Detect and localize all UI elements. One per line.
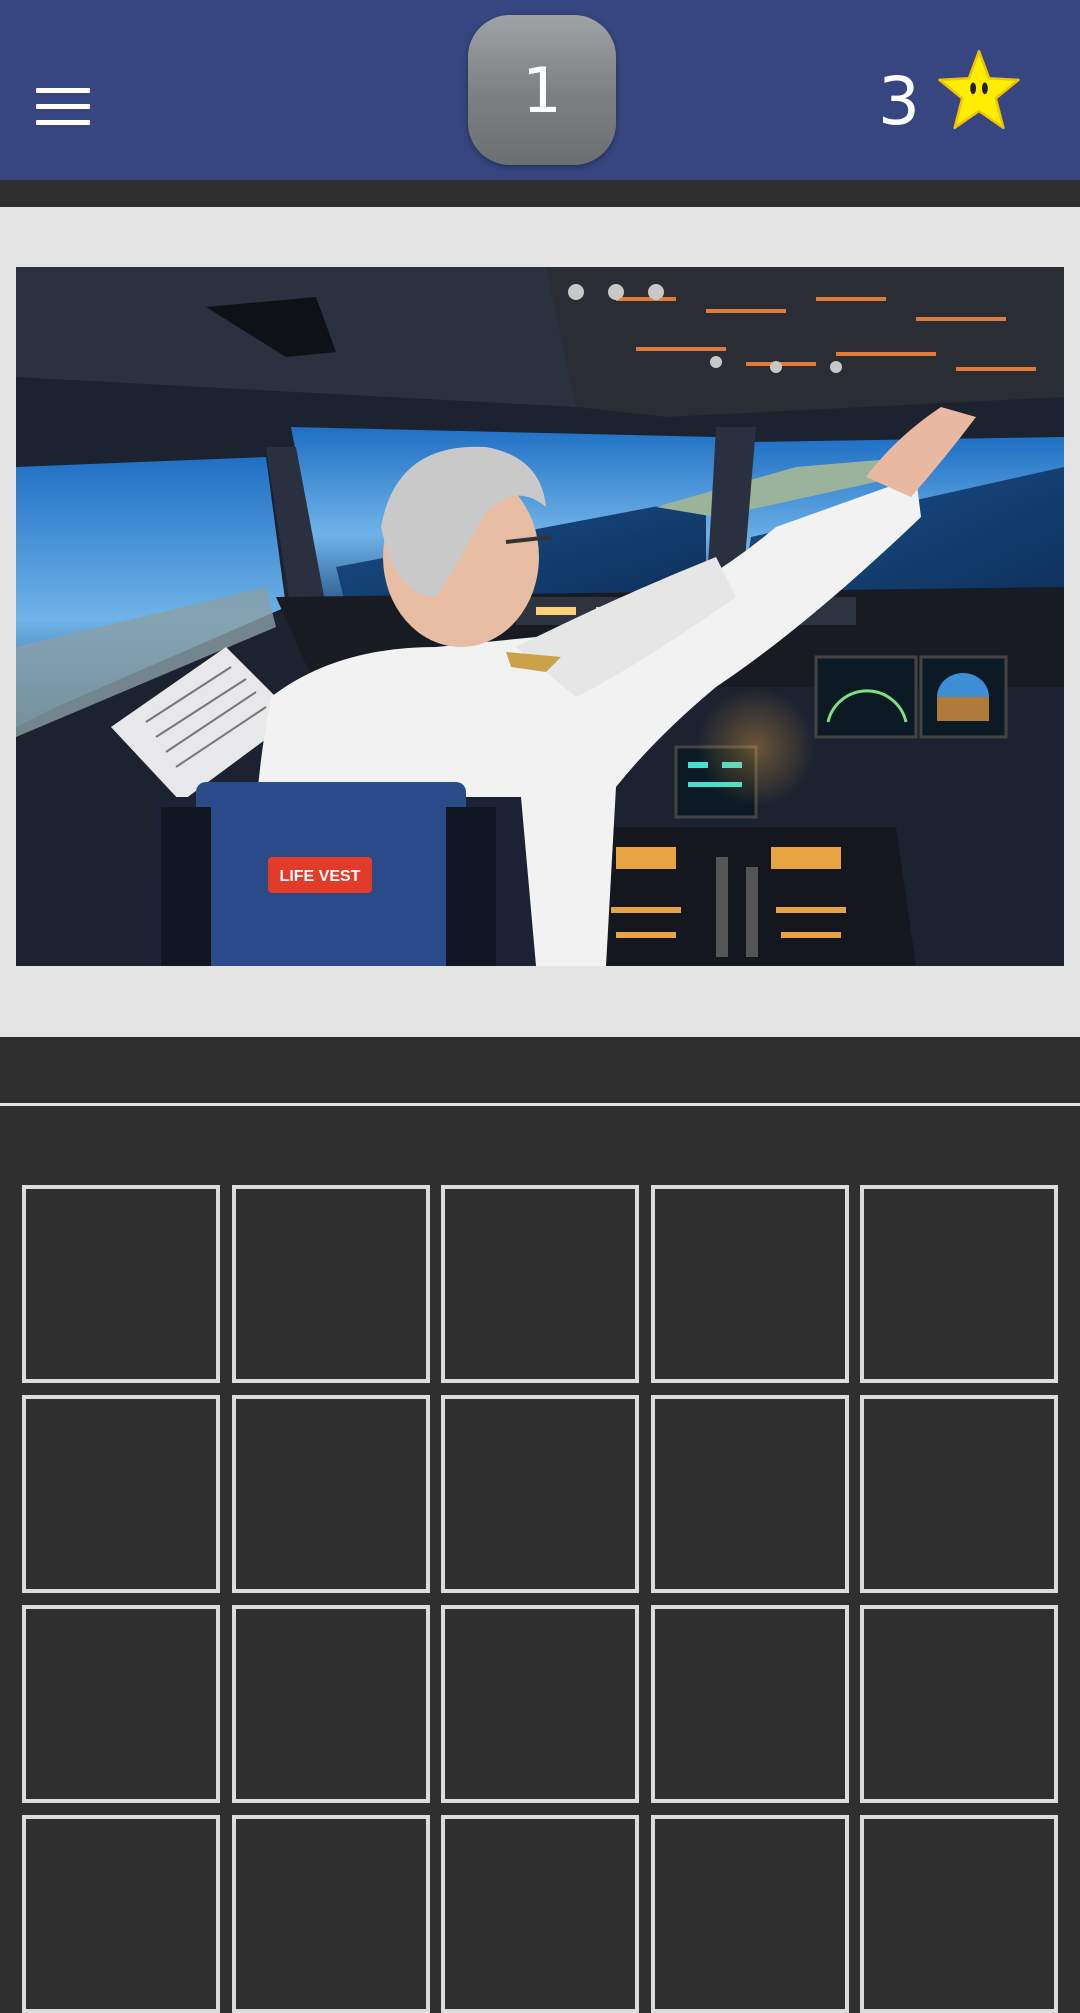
answer-cell[interactable] [441,1185,639,1383]
star-icon [938,50,1020,130]
answer-cell[interactable] [651,1605,849,1803]
header-shadow-strip [0,180,1080,207]
answer-cell[interactable] [860,1815,1058,2013]
answer-cell[interactable] [441,1815,639,2013]
cockpit-photo: LIFE VEST [16,267,1064,966]
answer-cell[interactable] [651,1395,849,1593]
answer-cell[interactable] [22,1815,220,2013]
answer-cell[interactable] [860,1605,1058,1803]
level-badge: 1 [468,15,616,165]
answer-cell[interactable] [651,1815,849,2013]
divider [0,1103,1080,1106]
answer-cell[interactable] [22,1605,220,1803]
answer-cell[interactable] [651,1185,849,1383]
answer-cell[interactable] [860,1185,1058,1383]
answer-cell[interactable] [232,1395,430,1593]
top-bar: 1 3 [0,0,1080,180]
answer-cell[interactable] [860,1395,1058,1593]
star-count: 3 [878,63,920,140]
answer-cell[interactable] [232,1605,430,1803]
answer-cell[interactable] [22,1395,220,1593]
life-vest-label: LIFE VEST [280,868,361,885]
answer-cell[interactable] [441,1395,639,1593]
answer-cell[interactable] [232,1185,430,1383]
answer-cell[interactable] [232,1815,430,2013]
cockpit-scene: LIFE VEST [16,267,1064,966]
answer-cell[interactable] [441,1605,639,1803]
hamburger-menu-icon[interactable] [36,88,90,126]
answer-cell[interactable] [22,1185,220,1383]
